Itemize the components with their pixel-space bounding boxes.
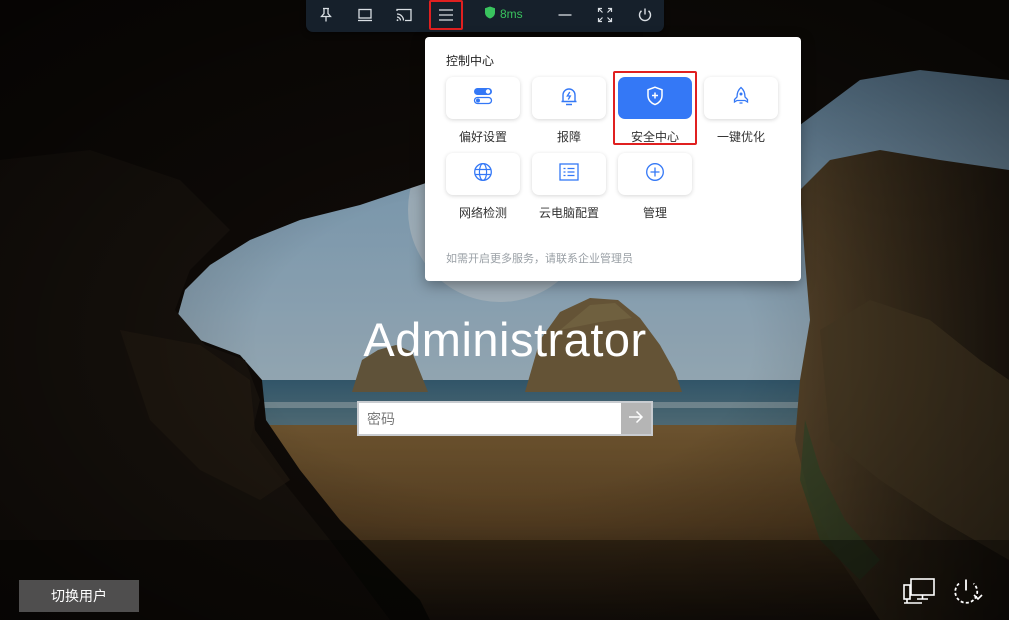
network-check-tile[interactable] bbox=[446, 153, 520, 195]
shield-icon bbox=[646, 86, 664, 110]
security-center-tile[interactable] bbox=[618, 77, 692, 119]
remote-toolbar: 8ms bbox=[306, 0, 664, 32]
control-center-panel: 控制中心 偏好设置 报障 安全中心 一键优化 网络检测 云电脑配置 管理 如需开… bbox=[425, 37, 801, 281]
menu-button[interactable] bbox=[429, 0, 463, 30]
preferences-tile[interactable] bbox=[446, 77, 520, 119]
shield-status-icon bbox=[484, 6, 496, 22]
minimize-icon bbox=[557, 7, 573, 23]
latency-indicator: 8ms bbox=[484, 4, 544, 24]
fullscreen-icon bbox=[597, 7, 613, 23]
one-click-optimize-label: 一键优化 bbox=[716, 130, 765, 144]
admin-contact-note: 如需开启更多服务，请联系企业管理员 bbox=[446, 253, 633, 265]
power-button[interactable] bbox=[629, 1, 661, 29]
plus-circle-icon bbox=[645, 162, 665, 186]
minimize-button[interactable] bbox=[549, 1, 581, 29]
report-fault-icon bbox=[560, 86, 578, 110]
power-options-button[interactable] bbox=[948, 576, 986, 612]
latency-value: 8ms bbox=[500, 7, 523, 21]
network-icon bbox=[902, 577, 936, 611]
monitor-button[interactable] bbox=[349, 1, 381, 29]
pin-icon bbox=[318, 7, 334, 23]
manage-tile[interactable] bbox=[618, 153, 692, 195]
network-button[interactable] bbox=[900, 576, 938, 612]
fullscreen-button[interactable] bbox=[589, 1, 621, 29]
pin-button[interactable] bbox=[310, 1, 342, 29]
password-input[interactable] bbox=[359, 403, 621, 434]
cast-icon bbox=[395, 7, 413, 23]
security-center-label: 安全中心 bbox=[630, 130, 679, 144]
cloud-pc-config-label: 云电脑配置 bbox=[538, 206, 599, 220]
config-list-icon bbox=[559, 163, 579, 185]
rocket-icon bbox=[732, 86, 750, 110]
cloud-pc-config-tile[interactable] bbox=[532, 153, 606, 195]
power-icon bbox=[637, 7, 653, 23]
monitor-icon bbox=[357, 7, 373, 23]
switch-user-button[interactable]: 切换用户 bbox=[19, 580, 139, 612]
toggle-settings-icon bbox=[473, 87, 493, 109]
username: Administrator bbox=[363, 313, 647, 366]
control-center-title: 控制中心 bbox=[446, 54, 495, 68]
preferences-label: 偏好设置 bbox=[458, 130, 507, 144]
arrow-right-icon bbox=[628, 409, 644, 428]
password-box bbox=[357, 401, 653, 436]
cast-button[interactable] bbox=[388, 1, 420, 29]
network-check-label: 网络检测 bbox=[458, 206, 507, 220]
globe-icon bbox=[473, 162, 493, 186]
submit-button[interactable] bbox=[621, 403, 651, 434]
report-fault-label: 报障 bbox=[556, 130, 581, 144]
report-fault-tile[interactable] bbox=[532, 77, 606, 119]
power-options-icon bbox=[950, 576, 984, 612]
one-click-optimize-tile[interactable] bbox=[704, 77, 778, 119]
menu-icon bbox=[438, 8, 454, 22]
manage-label: 管理 bbox=[642, 206, 667, 220]
